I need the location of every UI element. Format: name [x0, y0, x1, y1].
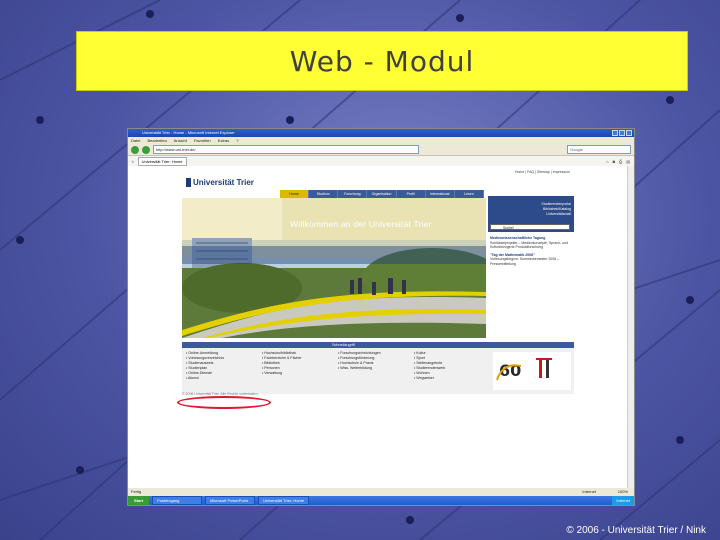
window-title: Universität Trier - Home - Microsoft Int…: [142, 130, 235, 135]
status-bar: Fertig Internet 100%: [128, 488, 634, 496]
home-icon[interactable]: ⌂: [606, 159, 608, 164]
minimize-button[interactable]: [612, 130, 618, 136]
news-item[interactable]: "Tag der Mathematik 2006" Vorlesungsbegi…: [490, 253, 572, 267]
slide-title-box: Web - Modul: [76, 31, 688, 91]
news-heading: Medienwissenschaftliche Tagung: [490, 236, 546, 240]
menu-item-ansicht[interactable]: Ansicht: [174, 138, 187, 143]
taskbar-item[interactable]: Posteingang: [152, 496, 203, 505]
quick-link[interactable]: • Stellenangebote: [414, 361, 445, 366]
menu-item-bearbeiten[interactable]: Bearbeiten: [147, 138, 166, 143]
menu-item-datei[interactable]: Datei: [131, 138, 140, 143]
nav-organisation[interactable]: Organisation: [367, 190, 397, 198]
page-viewport: Home | FAQ | Sitemap | Impressum Univers…: [128, 166, 634, 488]
start-button[interactable]: Start: [128, 496, 150, 505]
university-page: Home | FAQ | Sitemap | Impressum Univers…: [182, 170, 574, 396]
top-links[interactable]: Home | FAQ | Sitemap | Impressum: [515, 170, 570, 174]
close-button[interactable]: [626, 130, 632, 136]
back-button[interactable]: [131, 145, 139, 154]
nav-profil[interactable]: Profil: [397, 190, 426, 198]
feeds-icon[interactable]: ◙: [613, 159, 615, 164]
browser-titlebar: Universität Trier - Home - Microsoft Int…: [128, 129, 634, 137]
print-icon[interactable]: ⎙: [619, 159, 622, 164]
browser-screenshot: Universität Trier - Home - Microsoft Int…: [127, 128, 635, 506]
quick-column-2: • Hochschulbibliothek • Fachbereiche & F…: [262, 351, 302, 376]
vertical-scrollbar[interactable]: [627, 166, 634, 488]
welcome-banner: Willkommen an der Universität Trier: [290, 219, 432, 229]
portal-link-mail[interactable]: Universitätsmail: [488, 212, 571, 217]
status-text: Fertig: [131, 489, 142, 494]
news-text: Vorlesungsbeginn: Sommersemester 2006 – …: [490, 257, 560, 266]
quick-column-4: • Kultur • Sport • Stellenangebote • Stu…: [414, 351, 445, 380]
logo-mark-icon: [186, 178, 191, 187]
news-heading: "Tag der Mathematik 2006": [490, 252, 535, 257]
browser-tab[interactable]: Universität Trier: Home: [137, 156, 187, 166]
news-item[interactable]: Medienwissenschaftliche Tagung Schlüssel…: [490, 236, 572, 250]
quick-column-1: • Online-Anmeldung • Vorlesungsverzeichn…: [186, 351, 224, 380]
news-text: Schlüsselprojekte – Medienkonzepte, Spra…: [490, 240, 569, 250]
side-column: Studierendenportal Bibliothek/Katalog Un…: [488, 190, 574, 338]
university-logo[interactable]: Universität Trier: [186, 178, 254, 187]
window-controls: [612, 130, 632, 136]
tab-tools: ⌂ ◙ ⎙ ▤: [606, 159, 634, 164]
nav-forschung[interactable]: Forschung: [338, 190, 368, 198]
windows-taskbar: Start Posteingang Microsoft PowerPoint U…: [128, 496, 634, 505]
security-zone: Internet: [582, 489, 596, 494]
highlight-circle: [177, 396, 271, 409]
maximize-button[interactable]: [619, 130, 625, 136]
menu-item-favoriten[interactable]: Favoriten: [194, 138, 211, 143]
quick-access-panel: Schnellzugriff • Online-Anmeldung • Vorl…: [182, 342, 574, 394]
logo-text: Universität Trier: [193, 178, 254, 187]
quick-link-verwaltung[interactable]: • Verwaltung: [262, 371, 302, 376]
partner-logos[interactable]: 60: [493, 352, 571, 390]
quick-link[interactable]: • Wegweiser: [414, 376, 445, 381]
nav-studium[interactable]: Studium: [309, 190, 339, 198]
quick-column-3: • Forschungseinrichtungen • Forschungsfö…: [338, 351, 381, 371]
taskbar-item[interactable]: Microsoft PowerPoint: [205, 496, 256, 505]
forward-button[interactable]: [142, 145, 150, 154]
slide-footer: © 2006 - Universität Trier / Nink: [566, 525, 706, 536]
zoom-level[interactable]: 100%: [618, 488, 628, 496]
url-field[interactable]: http://www.uni-trier.de/: [153, 145, 419, 154]
main-navigation: Home Studium Forschung Organisation Prof…: [280, 190, 484, 198]
search-field[interactable]: Google: [567, 145, 631, 154]
menu-bar: Datei Bearbeiten Ansicht Favoriten Extra…: [128, 137, 634, 144]
favorites-star-icon[interactable]: ☆: [131, 159, 135, 164]
menu-item-extras[interactable]: Extras: [218, 138, 229, 143]
quick-link[interactable]: • Studierendenwerk: [414, 366, 445, 371]
site-search-input[interactable]: Suche!: [490, 224, 570, 230]
quick-link[interactable]: • Wiss. Weiterbildung: [338, 366, 381, 371]
slide-title: Web - Modul: [289, 44, 475, 78]
system-tray: Internet: [612, 496, 634, 505]
address-bar: http://www.uni-trier.de/ Google: [128, 144, 634, 156]
quick-access-title: Schnellzugriff: [332, 343, 355, 347]
taskbar-item[interactable]: Universität Trier: Home: [258, 496, 310, 505]
nav-home[interactable]: Home: [280, 190, 310, 198]
nav-international[interactable]: International: [426, 190, 455, 198]
nav-lesen[interactable]: Lesen: [455, 190, 484, 198]
page-menu-icon[interactable]: ▤: [626, 159, 630, 164]
news-list: Medienwissenschaftliche Tagung Schlüssel…: [490, 236, 572, 267]
menu-item-help[interactable]: ?: [236, 138, 238, 143]
quick-link[interactable]: • Alumni: [186, 376, 224, 381]
